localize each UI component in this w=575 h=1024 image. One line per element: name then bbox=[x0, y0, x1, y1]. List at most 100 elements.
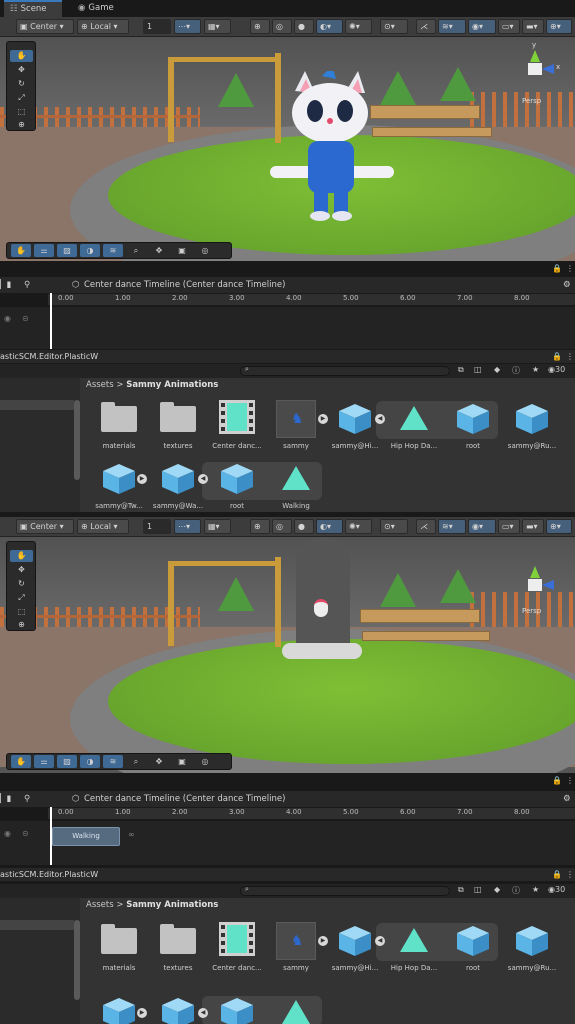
hand-icon[interactable]: ✋ bbox=[11, 755, 31, 768]
rotate-tool-icon[interactable]: ↻ bbox=[10, 78, 33, 90]
asset-model-sammy[interactable]: ♞ ▶ sammy bbox=[268, 398, 328, 454]
timeline-tracks[interactable]: ◉ ⊝ Walking ∞ bbox=[0, 807, 575, 865]
animation-clip[interactable]: Walking bbox=[52, 827, 120, 846]
collapse-arrow-icon[interactable]: ◀ bbox=[198, 1008, 208, 1018]
menu-icon[interactable]: ⋮ bbox=[566, 350, 574, 363]
smooth-icon[interactable]: ◑ bbox=[80, 755, 100, 768]
layers-button[interactable]: ≋▾ bbox=[438, 19, 466, 34]
pin-icon[interactable]: ⚲ bbox=[24, 277, 30, 294]
lock-track-icon[interactable]: ⊝ bbox=[22, 314, 29, 323]
expand-arrow-icon[interactable]: ▶ bbox=[137, 1008, 147, 1018]
asset-fbx[interactable]: ◀ sammy@Wa... bbox=[150, 458, 208, 512]
asset-timeline[interactable]: Center danc... bbox=[209, 398, 265, 454]
transform-tool-icon[interactable]: ⊕ bbox=[10, 619, 33, 631]
sliders-icon[interactable]: ⚌ bbox=[34, 755, 54, 768]
layers-icon[interactable]: ≋ bbox=[103, 244, 123, 257]
playhead[interactable] bbox=[50, 807, 52, 865]
asset-folder[interactable]: materials bbox=[91, 920, 147, 976]
timeline-ruler[interactable]: 0.00 1.00 2.00 3.00 4.00 5.00 6.00 7.00 … bbox=[48, 808, 575, 820]
shading-wire-button[interactable]: ⊕ bbox=[250, 19, 270, 34]
hand-tool-icon[interactable]: ✋ bbox=[10, 550, 33, 562]
lighting-button[interactable]: ✺▾ bbox=[345, 19, 372, 34]
lock-track-icon[interactable]: ⊝ bbox=[22, 829, 29, 838]
move-icon[interactable]: ✥ bbox=[149, 755, 169, 768]
timeline-ruler[interactable]: 0.00 1.00 2.00 3.00 4.00 5.00 6.00 7.00 … bbox=[48, 294, 575, 306]
rotate-tool-icon[interactable]: ↻ bbox=[10, 578, 33, 590]
asset-timeline[interactable]: Center danc... bbox=[209, 920, 265, 976]
playhead[interactable] bbox=[50, 293, 52, 349]
shading-lit-button[interactable]: ◐▾ bbox=[316, 19, 343, 34]
shading-shaded-button[interactable]: ● bbox=[294, 519, 314, 534]
snap-field[interactable]: 1 bbox=[143, 519, 171, 534]
transform-tool-icon[interactable]: ⊕ bbox=[10, 119, 33, 131]
move-icon[interactable]: ✥ bbox=[149, 244, 169, 257]
asset-fbx[interactable]: ◀ sammy@Hi... bbox=[327, 920, 385, 976]
search-icon[interactable]: ⌕ bbox=[126, 244, 146, 257]
visibility-button[interactable]: ◉▾ bbox=[468, 519, 496, 534]
asset-animation-clip[interactable]: Hip Hop Da... bbox=[386, 398, 442, 454]
smooth-icon[interactable]: ◑ bbox=[80, 244, 100, 257]
hand-tool-icon[interactable]: ✋ bbox=[10, 50, 33, 62]
type-filter-icon[interactable]: ◫ bbox=[474, 885, 482, 894]
collapse-arrow-icon[interactable]: ◀ bbox=[375, 414, 385, 424]
eye-icon[interactable]: ◉ bbox=[4, 829, 11, 838]
gizmo-projection-label[interactable]: Persp bbox=[522, 607, 541, 615]
fx-toggle-button[interactable]: ⋌ bbox=[416, 19, 436, 34]
play-range-icon[interactable]: ▏▮ bbox=[0, 791, 11, 808]
lock-icon[interactable]: 🔒 bbox=[552, 776, 562, 785]
pivot-dropdown[interactable]: ▣ Center ▾ bbox=[16, 19, 74, 34]
play-range-icon[interactable]: ▏▮ bbox=[0, 277, 11, 294]
search-icon[interactable]: ⌕ bbox=[126, 755, 146, 768]
paint-icon[interactable]: ▨ bbox=[57, 755, 77, 768]
layers-button[interactable]: ≋▾ bbox=[438, 519, 466, 534]
lock-icon[interactable]: 🔒 bbox=[552, 350, 562, 363]
asset-folder[interactable]: textures bbox=[150, 920, 206, 976]
asset-fbx[interactable]: sammy@Ru... bbox=[504, 398, 560, 454]
gizmo-projection-label[interactable]: Persp bbox=[522, 97, 541, 105]
scale-tool-icon[interactable]: ⤢ bbox=[10, 92, 33, 104]
compass-icon[interactable]: ◎ bbox=[195, 244, 215, 257]
asset-fbx[interactable]: ▶ bbox=[91, 992, 147, 1024]
tree-selected-row[interactable] bbox=[0, 920, 74, 930]
rect-tool-icon[interactable]: ⬚ bbox=[10, 106, 33, 118]
move-tool-icon[interactable]: ✥ bbox=[10, 64, 33, 76]
grid-toggle-button[interactable]: ▦▾ bbox=[204, 519, 231, 534]
layers-icon[interactable]: ≋ bbox=[103, 755, 123, 768]
asset-fbx[interactable]: ◀ bbox=[150, 992, 208, 1024]
tree-selected-row[interactable] bbox=[0, 400, 74, 410]
star-icon[interactable]: ★ bbox=[532, 365, 539, 374]
menu-icon[interactable]: ⋮ bbox=[566, 264, 574, 273]
compass-icon[interactable]: ◎ bbox=[195, 755, 215, 768]
asset-animation-clip[interactable] bbox=[268, 992, 324, 1024]
shading-shaded-button[interactable]: ● bbox=[294, 19, 314, 34]
type-filter-icon[interactable]: ◫ bbox=[474, 365, 482, 374]
asset-root[interactable]: root bbox=[445, 398, 501, 454]
shading-wire-button[interactable]: ⊕ bbox=[250, 519, 270, 534]
cat-peeking[interactable] bbox=[314, 599, 328, 617]
label-icon[interactable]: ◆ bbox=[494, 365, 500, 374]
asset-root[interactable]: root bbox=[445, 920, 501, 976]
rect-tool-icon[interactable]: ⬚ bbox=[10, 606, 33, 618]
scale-tool-icon[interactable]: ⤢ bbox=[10, 592, 33, 604]
draw-mode-button[interactable]: ⊙▾ bbox=[380, 19, 408, 34]
shading-solid-button[interactable]: ◎ bbox=[272, 519, 292, 534]
asset-model-sammy[interactable]: ♞ ▶ sammy bbox=[268, 920, 328, 976]
project-tree[interactable] bbox=[0, 378, 80, 512]
asset-animation-clip[interactable]: Walking bbox=[268, 458, 324, 512]
grid-snap-button[interactable]: ⋯▾ bbox=[174, 519, 201, 534]
project-tree[interactable] bbox=[0, 898, 80, 1024]
eye-icon[interactable]: ◉ bbox=[4, 314, 11, 323]
grid-toggle-button[interactable]: ▦▾ bbox=[204, 19, 231, 34]
orientation-gizmo[interactable]: Persp bbox=[510, 557, 565, 627]
asset-folder[interactable]: materials bbox=[91, 398, 147, 454]
draw-mode-button[interactable]: ⊙▾ bbox=[380, 519, 408, 534]
settings-gear-icon[interactable]: ⚙ bbox=[563, 791, 571, 808]
cat-character[interactable] bbox=[270, 71, 400, 223]
breadcrumb-root[interactable]: Assets bbox=[86, 380, 114, 390]
camera-button[interactable]: ▭▾ bbox=[498, 519, 520, 534]
menu-icon[interactable]: ⋮ bbox=[566, 868, 574, 881]
shading-lit-button[interactable]: ◐▾ bbox=[316, 519, 343, 534]
gizmos-button[interactable]: ▬▾ bbox=[522, 519, 544, 534]
breadcrumb-root[interactable]: Assets bbox=[86, 900, 114, 910]
sliders-icon[interactable]: ⚌ bbox=[34, 244, 54, 257]
